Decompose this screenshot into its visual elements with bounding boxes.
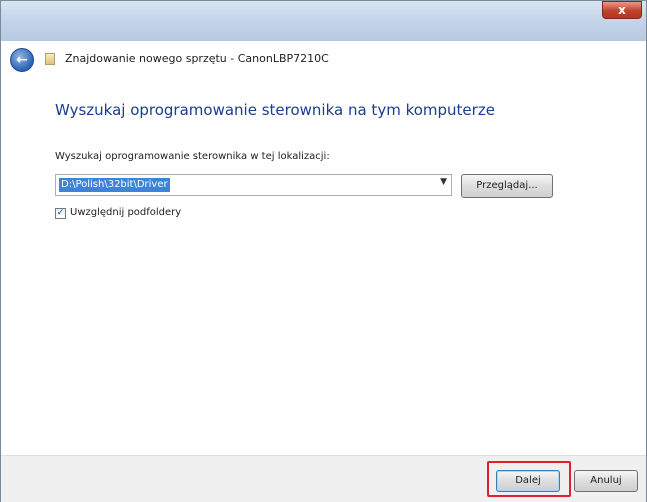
- close-button[interactable]: x: [602, 1, 642, 19]
- checkbox-checked-icon[interactable]: ✓: [55, 208, 66, 219]
- cancel-button[interactable]: Anuluj: [574, 470, 638, 492]
- hardware-icon: [45, 53, 55, 65]
- highlight-box: [487, 461, 571, 497]
- location-label: Wyszukaj oprogramowanie sterownika w tej…: [55, 151, 330, 162]
- browse-button[interactable]: Przeglądaj...: [461, 174, 553, 198]
- back-button[interactable]: ←: [10, 48, 34, 72]
- location-input-value[interactable]: D:\Polish\32bit\Driver: [59, 178, 170, 192]
- close-icon: x: [618, 3, 626, 17]
- include-subfolders-label[interactable]: Uwzględnij podfoldery: [70, 207, 181, 218]
- page-instruction: Wyszukaj oprogramowanie sterownika na ty…: [55, 101, 495, 119]
- wizard-window: x ← Znajdowanie nowego sprzętu - CanonLB…: [0, 0, 647, 502]
- title-bar: x: [1, 1, 646, 41]
- back-arrow-icon: ←: [16, 52, 28, 68]
- chevron-down-icon[interactable]: ▼: [440, 177, 447, 187]
- window-title: Znajdowanie nowego sprzętu - CanonLBP721…: [65, 52, 329, 65]
- location-combobox[interactable]: D:\Polish\32bit\Driver ▼: [55, 174, 452, 196]
